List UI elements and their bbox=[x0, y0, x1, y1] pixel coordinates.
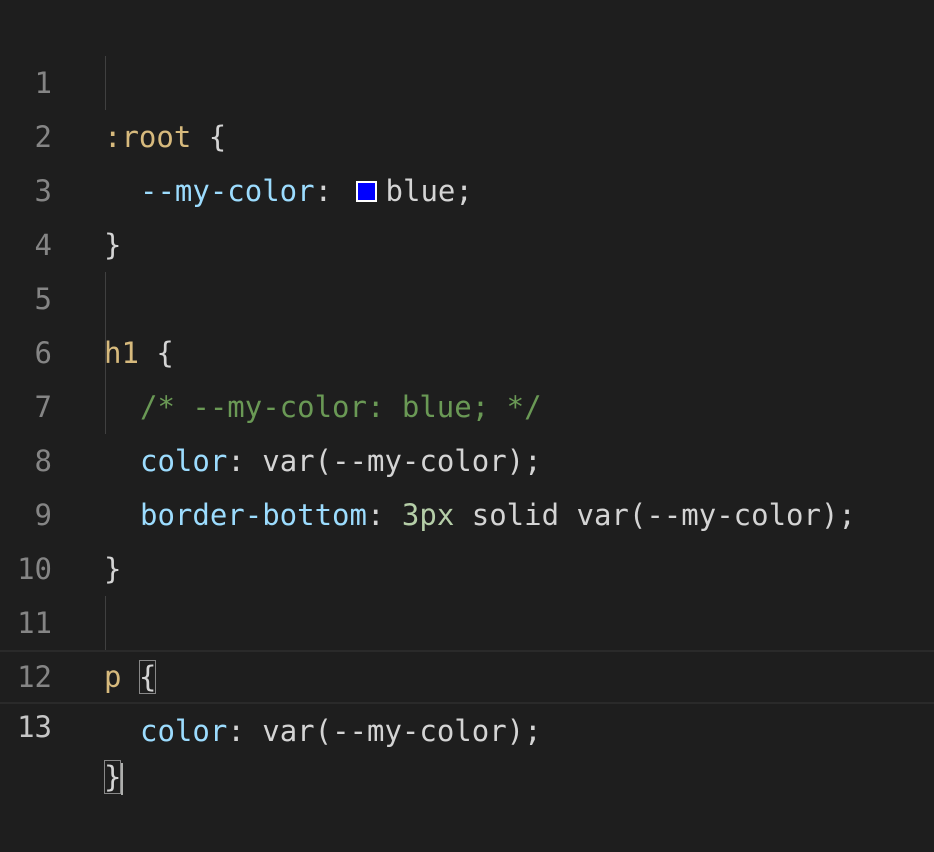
code-line[interactable]: 12 color: var(--my-color); bbox=[0, 596, 934, 748]
code-line[interactable]: 1 :root { bbox=[0, 2, 934, 154]
css-property: color bbox=[140, 714, 228, 748]
code-line-current[interactable]: 13 } bbox=[0, 650, 934, 795]
code-line[interactable]: 6 /* --my-color: blue; */ bbox=[0, 272, 934, 424]
code-line[interactable]: 8 border-bottom: 3px solid var(--my-colo… bbox=[0, 380, 934, 532]
code-content: color: var(--my-color); bbox=[140, 704, 542, 758]
code-line[interactable]: 9 } bbox=[0, 434, 934, 586]
code-line[interactable]: 4 bbox=[0, 164, 934, 262]
code-content: } bbox=[104, 752, 124, 802]
text-cursor bbox=[121, 763, 124, 795]
colon: : bbox=[227, 714, 263, 748]
code-editor[interactable]: 1 :root { 2 --my-color: blue; 3 } 4 5 h1… bbox=[0, 0, 934, 795]
line-number: 13 bbox=[17, 710, 52, 744]
code-line[interactable]: 2 --my-color: blue; bbox=[0, 56, 934, 208]
code-line[interactable]: 5 h1 { bbox=[0, 218, 934, 370]
matched-close-brace: } bbox=[104, 760, 122, 794]
code-line[interactable]: 11 p { bbox=[0, 542, 934, 694]
code-line[interactable]: 3 } bbox=[0, 110, 934, 262]
css-value: var(--my-color); bbox=[262, 714, 542, 748]
code-line[interactable]: 7 color: var(--my-color); bbox=[0, 326, 934, 478]
code-line[interactable]: 10 bbox=[0, 488, 934, 586]
